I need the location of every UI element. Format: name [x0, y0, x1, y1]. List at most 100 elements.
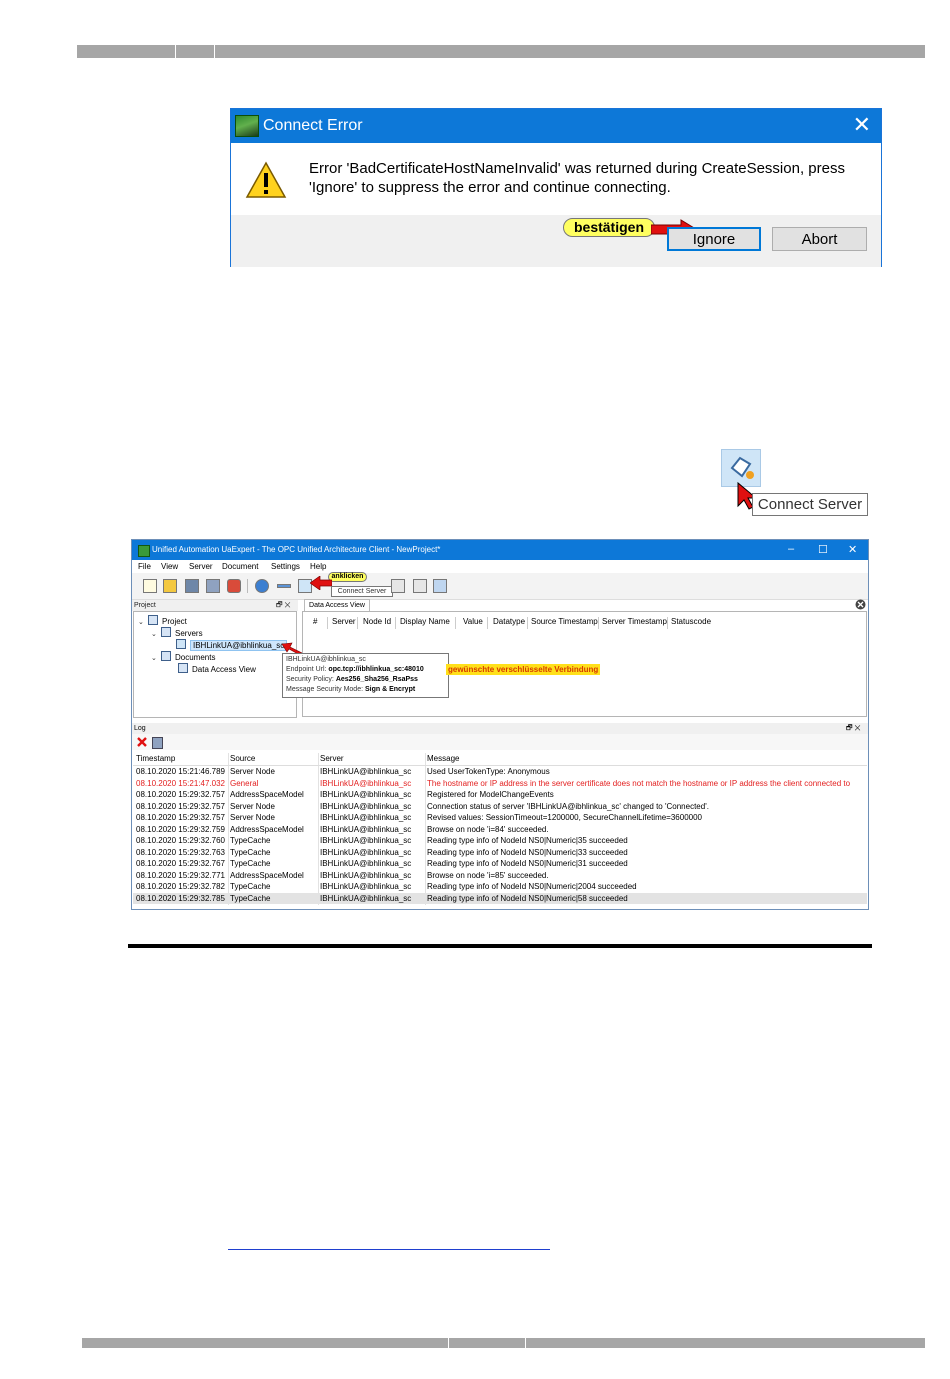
log-message: Registered for ModelChangeEvents [427, 790, 554, 799]
col-index[interactable]: # [313, 617, 317, 626]
minimize-icon[interactable]: – [788, 543, 794, 555]
log-server: IBHLinkUA@ibhlinkua_sc [320, 882, 412, 891]
table-row[interactable]: 08.10.2020 15:29:32.760 TypeCache IBHLinkU… [133, 835, 867, 847]
table-row[interactable]: 08.10.2020 15:29:32.763 TypeCache IBHLinkU… [133, 847, 867, 859]
window-title: Unified Automation UaExpert - The OPC Un… [152, 545, 441, 554]
window-title-bar: Unified Automation UaExpert - The OPC Un… [132, 540, 868, 560]
open-project-icon[interactable] [163, 579, 177, 593]
log-timestamp: 08.10.2020 15:29:32.782 [136, 882, 225, 891]
col-datatype[interactable]: Datatype [493, 617, 525, 626]
tree-item-project[interactable]: ⌄ Project [138, 615, 187, 626]
project-icon [148, 615, 158, 625]
maximize-icon[interactable]: ☐ [818, 543, 828, 556]
window-close-icon[interactable]: ✕ [848, 543, 857, 556]
log-source: TypeCache [230, 859, 271, 868]
table-row[interactable]: 08.10.2020 15:29:32.771 AddressSpaceModel… [133, 870, 867, 882]
table-row[interactable]: 08.10.2020 15:29:32.757 Server Node IBHLin… [133, 812, 867, 824]
tree-item-servers[interactable]: ⌄ Servers [151, 627, 203, 638]
add-server-icon[interactable] [255, 579, 269, 593]
close-icon[interactable]: ✕ [853, 114, 871, 136]
tree-item-server[interactable]: IBHLinkUA@ibhlinkua_sc [176, 639, 288, 651]
tooltip-mode: Message Security Mode: Sign & Encrypt [286, 686, 416, 693]
col-message[interactable]: Message [427, 754, 459, 763]
table-row[interactable]: 08.10.2020 15:29:32.785 TypeCache IBHLinkU… [133, 892, 867, 904]
browse-icon[interactable] [391, 579, 405, 593]
log-server: IBHLinkUA@ibhlinkua_sc [320, 870, 412, 880]
log-server: IBHLinkUA@ibhlinkua_sc [320, 836, 412, 845]
col-statuscode[interactable]: Statuscode [671, 617, 711, 626]
log-server: IBHLinkUA@ibhlinkua_sc [320, 859, 412, 868]
remove-server-icon[interactable] [277, 584, 291, 588]
dialog-message-line2: 'Ignore' to suppress the error and conti… [309, 179, 671, 196]
menu-help[interactable]: Help [310, 562, 326, 571]
project-tree: ⌄ Project ⌄ Servers IBHLinkUA@ibhlinkua_sc… [133, 611, 302, 718]
log-source: AddressSpaceModel [230, 790, 304, 799]
save-log-icon[interactable] [152, 737, 163, 749]
tree-item-documents[interactable]: ⌄ Documents [151, 651, 215, 662]
log-message: Reading type info of NodeId NS0|Numeric|… [427, 836, 628, 845]
connect-server-tooltip: Connect Server [752, 493, 868, 516]
abort-button[interactable]: Abort [772, 227, 867, 251]
ignore-button[interactable]: Ignore [667, 227, 761, 251]
dialog-body: Error 'BadCertificateHostNameInvalid' wa… [231, 143, 881, 215]
col-display-name[interactable]: Display Name [400, 617, 450, 626]
log-message: Browse on node 'i=84' succeeded. [427, 824, 549, 834]
menu-server[interactable]: Server [189, 562, 213, 571]
uaexpert-window: Unified Automation UaExpert - The OPC Un… [131, 539, 869, 910]
log-source: AddressSpaceModel [230, 870, 304, 880]
page-link-underline[interactable] [228, 1249, 550, 1250]
table-row[interactable]: 08.10.2020 15:21:47.032 General IBHLinkUA@… [133, 778, 867, 790]
log-message: Reading type info of NodeId NS0|Numeric|… [427, 882, 637, 891]
table-row[interactable]: 08.10.2020 15:21:46.789 Server Node IBHLin… [133, 766, 867, 778]
menu-document[interactable]: Document [222, 562, 258, 571]
col-node-id[interactable]: Node Id [363, 617, 391, 626]
new-project-icon[interactable] [143, 579, 157, 593]
col-source-timestamp[interactable]: Source Timestamp [531, 617, 598, 626]
dav-column-headers: # Server Node Id Display Name Value Data… [303, 617, 866, 629]
delete-items-icon[interactable] [413, 579, 427, 593]
window-icon[interactable] [433, 579, 447, 593]
col-source[interactable]: Source [230, 754, 255, 763]
menu-view[interactable]: View [161, 562, 178, 571]
close-view-icon[interactable] [855, 599, 866, 610]
project-pane-title: Project [134, 602, 156, 609]
col-timestamp[interactable]: Timestamp [136, 754, 175, 763]
pane-controls[interactable]: 🗗 ✕ [276, 600, 291, 611]
log-message: Reading type info of NodeId NS0|Numeric|… [427, 893, 628, 903]
log-server: IBHLinkUA@ibhlinkua_sc [320, 801, 412, 811]
col-server[interactable]: Server [332, 617, 356, 626]
table-row[interactable]: 08.10.2020 15:29:32.757 AddressSpaceModel… [133, 789, 867, 801]
clear-log-icon[interactable] [137, 737, 147, 747]
save-as-icon[interactable] [206, 579, 220, 593]
folder-icon [161, 627, 171, 637]
dialog-message-line1: Error 'BadCertificateHostNameInvalid' wa… [309, 160, 845, 177]
dialog-message: Error 'BadCertificateHostNameInvalid' wa… [309, 159, 869, 197]
log-timestamp: 08.10.2020 15:29:32.763 [136, 847, 225, 857]
col-server-timestamp[interactable]: Server Timestamp [602, 617, 667, 626]
save-icon[interactable] [185, 579, 199, 593]
section-divider [128, 944, 872, 948]
log-pane-controls[interactable]: 🗗 ✕ [846, 723, 861, 734]
log-timestamp: 08.10.2020 15:29:32.771 [136, 870, 225, 880]
main-toolbar: anklicken Connect Server [132, 572, 868, 600]
tab-data-access-view[interactable]: Data Access View [304, 599, 370, 611]
table-row[interactable]: 08.10.2020 15:29:32.757 Server Node IBHLin… [133, 801, 867, 813]
log-message: The hostname or IP address in the server… [427, 778, 851, 788]
log-message: Reading type info of NodeId NS0|Numeric|… [427, 847, 628, 857]
tree-item-data-access-view[interactable]: Data Access View [178, 663, 256, 674]
col-value[interactable]: Value [463, 617, 483, 626]
menu-settings[interactable]: Settings [271, 562, 300, 571]
document-icon [178, 663, 188, 673]
stop-icon[interactable] [227, 579, 241, 593]
log-server: IBHLinkUA@ibhlinkua_sc [320, 824, 412, 834]
table-row[interactable]: 08.10.2020 15:29:32.767 TypeCache IBHLinkU… [133, 858, 867, 870]
log-message: Browse on node 'i=85' succeeded. [427, 870, 549, 880]
table-row[interactable]: 08.10.2020 15:29:32.782 TypeCache IBHLinkU… [133, 881, 867, 893]
log-source: TypeCache [230, 847, 271, 857]
menu-file[interactable]: File [138, 562, 151, 571]
table-row[interactable]: 08.10.2020 15:29:32.759 AddressSpaceModel… [133, 824, 867, 836]
log-server: IBHLinkUA@ibhlinkua_sc [320, 767, 412, 776]
page-footer-rule [82, 1338, 925, 1348]
log-server: IBHLinkUA@ibhlinkua_sc [320, 790, 412, 799]
col-log-server[interactable]: Server [320, 754, 344, 763]
